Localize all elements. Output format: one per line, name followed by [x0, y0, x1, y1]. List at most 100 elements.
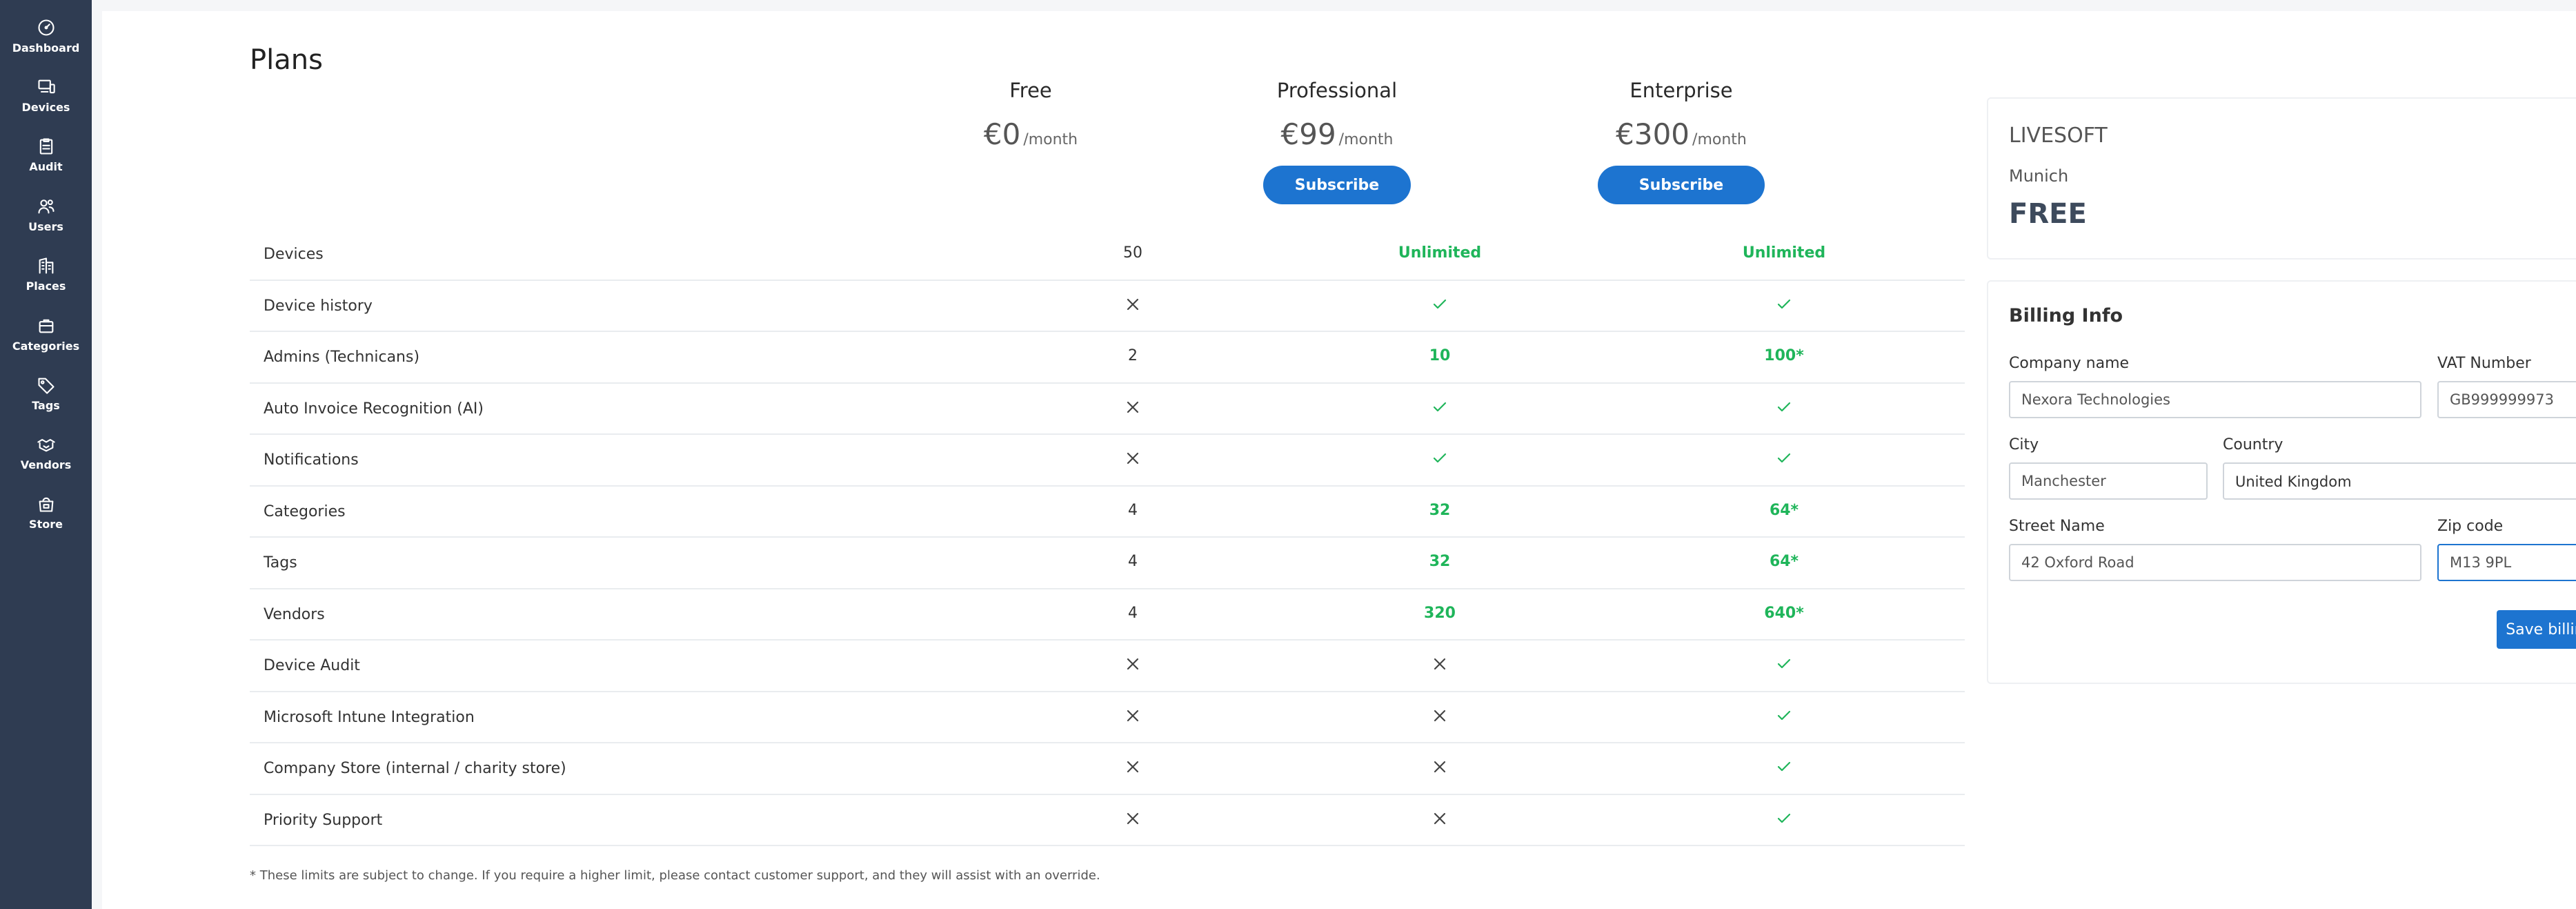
- sidebar-item-dashboard[interactable]: Dashboard: [0, 18, 92, 73]
- feature-free-unavailable: [1064, 399, 1202, 420]
- subscribe-enterprise-button[interactable]: Subscribe: [1598, 166, 1765, 204]
- x-icon: [1127, 658, 1139, 670]
- feature-ent-value: 64*: [1769, 501, 1799, 519]
- feature-row: Devices 50 Unlimited Unlimited: [250, 229, 1965, 281]
- feature-ent-included: [1715, 296, 1853, 317]
- sidebar-item-store[interactable]: Store: [0, 494, 92, 549]
- billing-title: Billing Info: [2009, 305, 2123, 326]
- features-table: Devices 50 Unlimited Unlimited Device histor…: [250, 229, 1965, 846]
- feature-row: Auto Invoice Recognition (AI): [250, 384, 1965, 435]
- city-label: City: [2009, 436, 2039, 453]
- feature-row: Device history: [250, 281, 1965, 332]
- feature-pro-included: [1371, 450, 1509, 471]
- feature-name: Categories: [264, 502, 346, 520]
- city-input[interactable]: [2009, 462, 2208, 500]
- feature-pro-included: [1371, 296, 1509, 317]
- check-icon: [1777, 658, 1791, 669]
- feature-free-value: 4: [1128, 501, 1138, 519]
- feature-row: Categories 4 32 64*: [250, 487, 1965, 538]
- street-name-label: Street Name: [2009, 518, 2105, 535]
- sidebar: Dashboard Devices Audit Users Places Cat…: [0, 0, 92, 909]
- sidebar-item-audit[interactable]: Audit: [0, 137, 92, 192]
- store-icon: [39, 497, 53, 512]
- devices-icon: [37, 79, 55, 94]
- sidebar-item-places[interactable]: Places: [0, 256, 92, 311]
- check-icon: [1433, 453, 1447, 463]
- sidebar-item-label: Tags: [32, 399, 60, 412]
- feature-row: Company Store (internal / charity store): [250, 743, 1965, 795]
- price-amount: €300: [1616, 117, 1690, 151]
- feature-pro-included: [1371, 399, 1509, 420]
- x-icon: [1127, 761, 1139, 773]
- country-select[interactable]: United Kingdom: [2223, 462, 2576, 500]
- feature-free-unavailable: [1064, 296, 1202, 317]
- tags-icon: [37, 378, 55, 394]
- limits-footnote: * These limits are subject to change. If…: [250, 868, 1100, 883]
- x-icon: [1127, 452, 1139, 465]
- sidebar-item-label: Users: [28, 220, 63, 233]
- feature-name: Notifications: [264, 451, 359, 469]
- sidebar-item-label: Categories: [12, 340, 80, 353]
- feature-pro-value: 32: [1429, 501, 1451, 519]
- feature-ent-value: 64*: [1769, 553, 1799, 570]
- sidebar-item-label: Devices: [21, 101, 70, 114]
- categories-icon: [39, 319, 53, 333]
- sidebar-item-label: Places: [26, 280, 66, 293]
- feature-pro-unavailable: [1371, 759, 1509, 779]
- feature-ent-value: 640*: [1764, 604, 1804, 622]
- plan-free-header: Free €0/month: [893, 79, 1169, 151]
- sidebar-item-vendors[interactable]: Vendors: [0, 435, 92, 490]
- company-city: Munich: [2009, 166, 2069, 186]
- x-icon: [1127, 298, 1139, 310]
- sidebar-item-users[interactable]: Users: [0, 197, 92, 252]
- feature-ent-included: [1715, 707, 1853, 728]
- billing-info-card: Billing Info Company name VAT Number Cit…: [1987, 280, 2576, 684]
- feature-ent-value: Unlimited: [1742, 244, 1826, 262]
- main-content: Plans Free €0/month Professional €99/mon…: [102, 11, 2576, 909]
- vendors-icon: [37, 438, 55, 452]
- vat-number-input[interactable]: [2437, 381, 2576, 418]
- sidebar-item-label: Audit: [29, 160, 63, 173]
- dashboard-icon: [37, 19, 55, 36]
- feature-pro-value: 32: [1429, 553, 1451, 570]
- feature-ent-included: [1715, 656, 1853, 676]
- x-icon: [1434, 658, 1446, 670]
- sidebar-item-devices[interactable]: Devices: [0, 77, 92, 133]
- feature-pro-unavailable: [1371, 707, 1509, 728]
- check-icon: [1777, 761, 1791, 772]
- plan-professional-header: Professional €99/month: [1199, 79, 1475, 151]
- vat-number-label: VAT Number: [2437, 355, 2531, 372]
- check-icon: [1777, 453, 1791, 463]
- sidebar-item-categories[interactable]: Categories: [0, 316, 92, 371]
- plan-name: Free: [1009, 79, 1052, 102]
- x-icon: [1434, 812, 1446, 824]
- check-icon: [1777, 299, 1791, 309]
- feature-free-unavailable: [1064, 810, 1202, 831]
- sidebar-item-label: Vendors: [20, 458, 72, 471]
- check-icon: [1433, 299, 1447, 309]
- company-name-input[interactable]: [2009, 381, 2421, 418]
- street-name-input[interactable]: [2009, 544, 2421, 581]
- places-icon: [39, 257, 53, 274]
- sidebar-item-label: Store: [29, 518, 63, 531]
- feature-ent-included: [1715, 450, 1853, 471]
- zip-code-input[interactable]: [2437, 544, 2576, 581]
- feature-row: Microsoft Intune Integration: [250, 692, 1965, 743]
- country-label: Country: [2223, 436, 2283, 453]
- feature-free-unavailable: [1064, 707, 1202, 728]
- sidebar-item-tags[interactable]: Tags: [0, 375, 92, 431]
- feature-free-value: 4: [1128, 604, 1138, 622]
- feature-pro-value: Unlimited: [1398, 244, 1482, 262]
- check-icon: [1433, 402, 1447, 411]
- price-period: /month: [1338, 131, 1394, 148]
- sidebar-item-label: Dashboard: [12, 41, 80, 55]
- feature-name: Vendors: [264, 605, 325, 623]
- feature-name: Device Audit: [264, 657, 360, 674]
- save-billing-info-button[interactable]: Save billing info: [2497, 610, 2576, 649]
- feature-row: Notifications: [250, 435, 1965, 487]
- subscribe-professional-button[interactable]: Subscribe: [1263, 166, 1411, 204]
- feature-row: Vendors 4 320 640*: [250, 589, 1965, 641]
- users-icon: [37, 199, 55, 214]
- feature-row: Tags 4 32 64*: [250, 538, 1965, 589]
- price-period: /month: [1692, 131, 1747, 148]
